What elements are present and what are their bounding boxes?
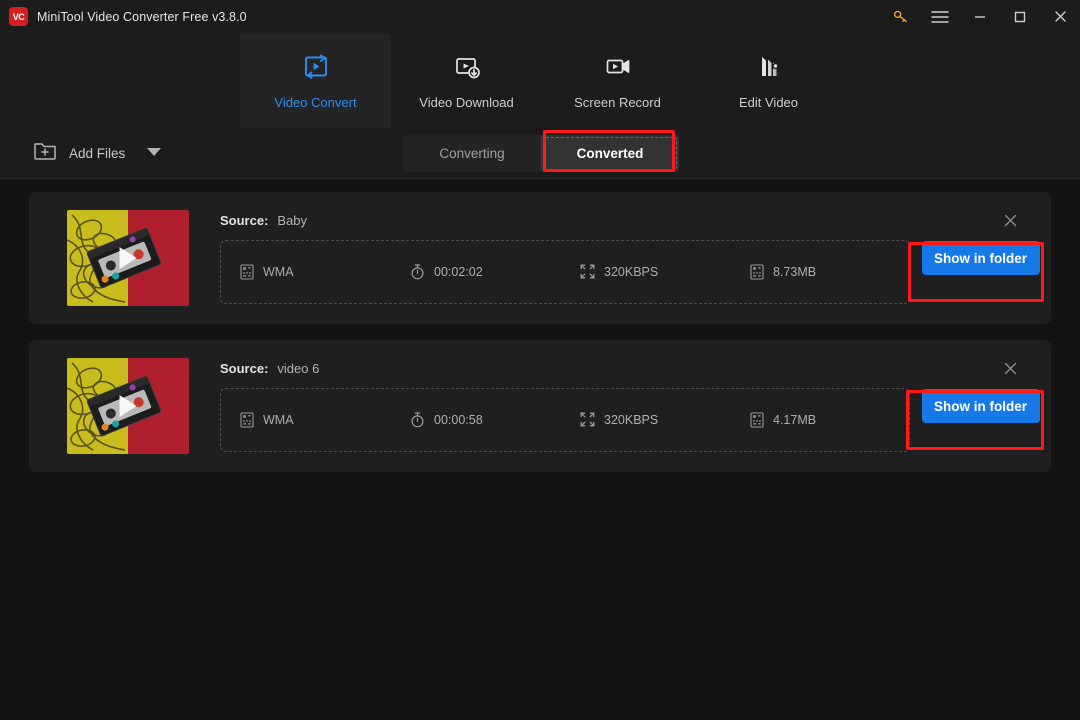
source-label: Source:	[220, 212, 269, 228]
file-info-box: WMA 00:02:02 320KBPS 8.73MB	[220, 239, 910, 304]
play-icon[interactable]	[119, 247, 137, 269]
cassette-tape-thumbnail[interactable]	[67, 358, 189, 454]
window-controls	[880, 0, 1080, 33]
info-duration-value: 00:00:58	[434, 412, 483, 427]
tab-converting[interactable]: Converting	[403, 135, 541, 172]
nav-label-edit-video: Edit Video	[738, 94, 799, 110]
nav-item-edit-video[interactable]: Edit Video	[693, 33, 844, 128]
video-download-icon	[452, 52, 482, 82]
card-body: Source: Baby WMA 00:02:02 320KBPS 8.73MB	[220, 192, 910, 324]
nav-label-screen-record: Screen Record	[574, 94, 661, 110]
nav-label-video-convert: Video Convert	[274, 94, 357, 110]
card-action-area: Show in folder	[910, 340, 1051, 472]
info-format-value: WMA	[263, 412, 294, 427]
card-action-area: Show in folder	[910, 192, 1051, 324]
stopwatch-icon	[410, 263, 425, 280]
file-info-box: WMA 00:00:58 320KBPS 4.17MB	[220, 387, 910, 452]
info-duration: 00:00:58	[410, 411, 580, 428]
info-size-value: 4.17MB	[773, 412, 817, 427]
info-bitrate-value: 320KBPS	[604, 264, 659, 279]
maximize-icon[interactable]	[1000, 0, 1040, 33]
cassette-tape-thumbnail[interactable]	[67, 210, 189, 306]
source-line: Source: Baby	[220, 213, 910, 231]
source-label: Source:	[220, 360, 269, 376]
info-size: 8.73MB	[750, 263, 900, 280]
info-bitrate: 320KBPS	[580, 264, 750, 279]
filesize-icon	[750, 411, 764, 428]
card-body: Source: video 6 WMA 00:00:58 320KBPS 4.1…	[220, 340, 910, 472]
menu-icon[interactable]	[920, 0, 960, 33]
info-bitrate: 320KBPS	[580, 412, 750, 427]
status-tabs: Converting Converted	[403, 135, 679, 172]
title-bar-left: VC MiniTool Video Converter Free v3.8.0	[0, 7, 880, 26]
converted-file-list: Source: Baby WMA 00:02:02 320KBPS 8.73MB…	[0, 179, 1080, 720]
filesize-icon	[750, 263, 764, 280]
resolution-icon	[580, 264, 595, 279]
format-icon	[240, 411, 254, 428]
add-files-button[interactable]: Add Files	[33, 140, 162, 166]
video-convert-icon	[301, 52, 331, 82]
list-item[interactable]: Source: video 6 WMA 00:00:58 320KBPS 4.1…	[29, 340, 1051, 472]
tab-converting-label: Converting	[439, 146, 505, 161]
app-window: VC MiniTool Video Converter Free v3.8.0	[0, 0, 1080, 720]
source-name: Baby	[277, 212, 308, 228]
info-format: WMA	[240, 411, 410, 428]
info-duration: 00:02:02	[410, 263, 580, 280]
add-files-label: Add Files	[69, 145, 126, 161]
tab-converted[interactable]: Converted	[541, 135, 679, 172]
close-icon[interactable]	[1000, 210, 1020, 230]
chevron-down-icon[interactable]	[147, 144, 162, 162]
nav-item-video-download[interactable]: Video Download	[391, 33, 542, 128]
resolution-icon	[580, 412, 595, 427]
main-navigation: Video Convert Video Download Screen Reco…	[0, 33, 1080, 128]
info-duration-value: 00:02:02	[434, 264, 483, 279]
key-icon[interactable]	[880, 0, 920, 33]
nav-item-video-convert[interactable]: Video Convert	[240, 33, 391, 128]
window-title: MiniTool Video Converter Free v3.8.0	[37, 9, 247, 24]
screen-record-icon	[603, 52, 633, 82]
show-in-folder-button[interactable]: Show in folder	[921, 389, 1040, 423]
info-size: 4.17MB	[750, 411, 900, 428]
toolbar: Add Files Converting Converted	[0, 128, 1080, 179]
edit-video-icon	[754, 52, 784, 82]
play-icon[interactable]	[119, 395, 137, 417]
info-bitrate-value: 320KBPS	[604, 412, 659, 427]
format-icon	[240, 263, 254, 280]
list-item[interactable]: Source: Baby WMA 00:02:02 320KBPS 8.73MB…	[29, 192, 1051, 324]
app-logo: VC	[9, 7, 28, 26]
show-in-folder-button[interactable]: Show in folder	[921, 241, 1040, 275]
tab-converted-label: Converted	[576, 146, 644, 161]
info-size-value: 8.73MB	[773, 264, 817, 279]
nav-label-video-download: Video Download	[419, 94, 514, 110]
folder-plus-icon	[33, 140, 57, 166]
info-format-value: WMA	[263, 264, 294, 279]
nav-item-screen-record[interactable]: Screen Record	[542, 33, 693, 128]
close-icon[interactable]	[1040, 0, 1080, 33]
minimize-icon[interactable]	[960, 0, 1000, 33]
source-name: video 6	[277, 360, 320, 376]
close-icon[interactable]	[1000, 358, 1020, 378]
source-line: Source: video 6	[220, 361, 910, 379]
stopwatch-icon	[410, 411, 425, 428]
info-format: WMA	[240, 263, 410, 280]
title-bar: VC MiniTool Video Converter Free v3.8.0	[0, 0, 1080, 33]
